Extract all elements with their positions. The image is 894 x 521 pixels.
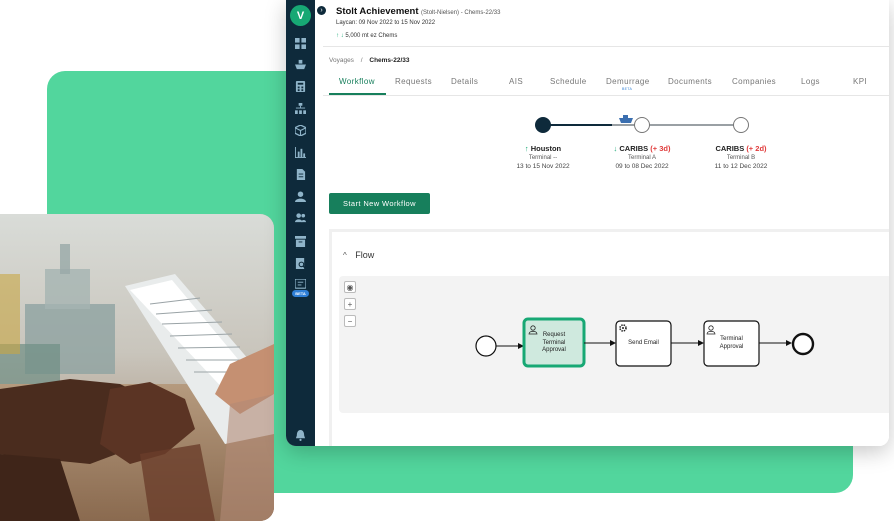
cube-icon[interactable] [295,125,306,136]
tab-bar: Workflow Requests Details AIS Schedule D… [329,74,885,96]
task-label: Terminal Approval [704,336,759,351]
task-label-line: Request [542,332,566,338]
users-icon[interactable] [295,212,306,223]
port-caribs-b: CARIBS (+ 2d) Terminal B 11 to 12 Dec 20… [691,144,791,170]
cargo-quantity-text: 5,000 mt ez Chems [345,33,398,39]
zoom-in-button[interactable]: + [344,298,356,310]
back-button[interactable]: › [317,6,326,15]
start-event[interactable] [475,335,497,357]
task-label-line: Approval [719,343,744,350]
end-event[interactable] [791,332,815,356]
delay-badge: (+ 2d) [746,144,767,153]
flow-header[interactable]: ^ Flow [343,250,374,260]
port-terminal: Terminal A [627,155,656,161]
bell-icon[interactable] [295,430,306,441]
vessel-position-icon [619,115,633,123]
brand-logo[interactable]: V [290,5,311,26]
main-content: › Stolt Achievement (Stolt-Nielsen) - Ch… [315,0,889,446]
port-name: ↑ Houston [493,144,593,153]
calculator-icon[interactable] [295,81,306,92]
tab-ais[interactable]: AIS [509,77,523,86]
tab-schedule[interactable]: Schedule [550,77,587,86]
sidebar: V BETA [286,0,315,446]
demurrage-beta-badge: BETA [622,87,633,91]
tab-documents[interactable]: Documents [668,77,712,86]
timeline-node-caribs-a[interactable] [634,117,650,133]
port-name: ↓ CARIBS (+ 3d) [592,144,692,153]
task-label-line: Send Email [628,340,659,346]
tab-details[interactable]: Details [451,77,478,86]
ship-icon[interactable] [295,59,306,70]
timeline-node-houston[interactable] [535,117,551,133]
port-terminal: Terminal -- [528,155,558,161]
dashboard-icon[interactable] [295,38,306,49]
tab-logs[interactable]: Logs [801,77,820,86]
user-icon[interactable] [295,191,306,202]
port-dates: 13 to 15 Nov 2022 [516,163,570,170]
breadcrumb: Voyages / Chems-22/33 [329,57,409,64]
tab-companies[interactable]: Companies [732,77,776,86]
timeline-completed-segment [542,124,612,126]
invoice-icon[interactable] [295,279,306,290]
cargo-quantity: ↑ ↓ 5,000 mt ez Chems [336,33,397,39]
handshake-photo [0,214,274,521]
discharge-arrow-icon: ↓ [613,144,618,153]
port-name: CARIBS (+ 2d) [691,144,791,153]
org-chart-icon[interactable] [295,103,306,114]
breadcrumb-voyages-link[interactable]: Voyages [329,57,354,64]
chevron-up-icon[interactable]: ^ [343,251,347,260]
load-discharge-arrows-icon: ↑ ↓ [336,33,344,39]
bpmn-diagram [475,317,815,368]
voyage-title: Stolt Achievement (Stolt-Nielsen) - Chem… [336,6,500,17]
voyage-reference: (Stolt-Nielsen) - Chems-22/33 [421,10,501,16]
load-arrow-icon: ↑ [524,144,529,153]
beta-badge: BETA [292,290,309,297]
breadcrumb-separator: / [360,57,363,64]
target-icon: ◉ [346,282,354,292]
port-dates: 11 to 12 Dec 2022 [714,163,768,170]
port-terminal: Terminal B [726,155,756,161]
vessel-name: Stolt Achievement [336,6,419,17]
task-label: Request Terminal Approval [524,332,584,355]
flow-title: Flow [355,250,375,260]
delay-badge: (+ 3d) [650,144,671,153]
tab-demurrage[interactable]: Demurrage [606,77,650,86]
archive-icon[interactable] [295,236,306,247]
port-caribs-a: ↓ CARIBS (+ 3d) Terminal A 09 to 08 Dec … [592,144,692,170]
bar-chart-icon[interactable] [295,147,306,158]
task-label-line: Terminal [542,339,566,346]
marketing-stage: V BETA › Stolt Achievement (Stolt-Nielse… [0,0,894,521]
flow-panel: ^ Flow ◉ + − Request Terminal Approval S… [329,229,889,446]
tab-requests[interactable]: Requests [395,77,432,86]
task-label: Send Email [616,340,671,348]
port-name-text: CARIBS [715,144,745,153]
zoom-out-button[interactable]: − [344,315,356,327]
report-search-icon[interactable] [295,258,306,269]
header-divider [323,46,889,47]
port-houston: ↑ Houston Terminal -- 13 to 15 Nov 2022 [493,144,593,170]
laycan-text: Laycan: 09 Nov 2022 to 15 Nov 2022 [336,20,436,26]
timeline-node-caribs-b[interactable] [733,117,749,133]
chevron-right-icon: › [320,7,323,14]
app-window: V BETA › Stolt Achievement (Stolt-Nielse… [286,0,889,446]
port-name-text: Houston [530,144,562,153]
document-icon[interactable] [295,169,306,180]
tab-kpi[interactable]: KPI [853,77,867,86]
tabs-divider [323,95,889,96]
port-name-text: CARIBS [619,144,649,153]
tab-workflow[interactable]: Workflow [339,77,375,86]
timeline-pending-segment [612,124,742,126]
breadcrumb-current: Chems-22/33 [369,57,410,64]
start-new-workflow-button[interactable]: Start New Workflow [329,193,430,214]
recenter-button[interactable]: ◉ [344,281,356,293]
task-label-line: Terminal [720,336,743,342]
port-timeline: ↑ Houston Terminal -- 13 to 15 Nov 2022 … [315,110,889,190]
bpmn-canvas[interactable]: ◉ + − Request Terminal Approval Send Ema… [339,276,889,413]
task-label-line: Approval [542,347,566,353]
port-dates: 09 to 08 Dec 2022 [615,163,669,170]
